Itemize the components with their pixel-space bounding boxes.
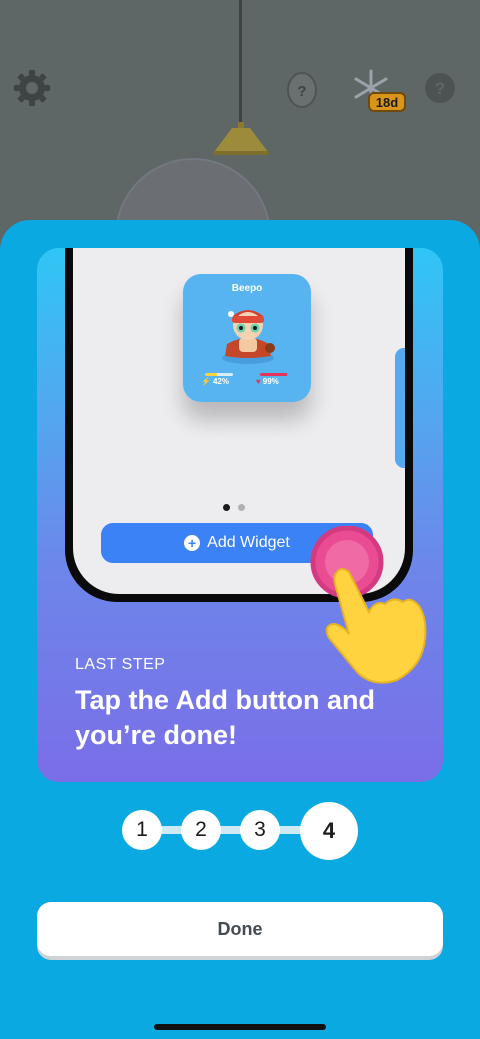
step-indicator: 1 2 3 4 — [122, 802, 358, 860]
add-widget-label: Add Widget — [207, 534, 290, 551]
lightning-icon: ⚡ — [201, 377, 211, 386]
widget-pet-name: Beepo — [231, 283, 263, 294]
page-dot — [238, 504, 245, 511]
pet-widget-preview: Beepo ⚡ 42% ♥ 99% — [183, 274, 311, 402]
egg-icon[interactable]: ? — [286, 68, 318, 108]
next-widget-preview — [395, 348, 405, 468]
health-bar — [260, 373, 288, 376]
home-indicator[interactable] — [154, 1024, 326, 1030]
step-4[interactable]: 4 — [300, 802, 358, 860]
tap-hand-icon — [310, 526, 427, 684]
done-button[interactable]: Done — [37, 902, 443, 956]
lamp-cord — [239, 0, 242, 125]
pet-character-icon — [222, 310, 275, 364]
page-dot — [223, 504, 230, 511]
step-label: LAST STEP — [75, 656, 166, 673]
onboarding-sheet: Beepo ⚡ 42% ♥ 99% + Add Widget LAST STEP… — [0, 220, 480, 1039]
health-stat: ♥ 99% — [256, 377, 279, 386]
health-value: 99% — [262, 377, 279, 386]
lamp-icon — [213, 122, 269, 155]
energy-bar — [205, 373, 233, 376]
svg-text:?: ? — [435, 79, 445, 98]
energy-stat: ⚡ 42% — [201, 377, 229, 386]
step-title: Tap the Add button and you’re done! — [75, 685, 375, 750]
streak-badge: 18d — [368, 92, 406, 112]
step-2[interactable]: 2 — [181, 810, 221, 850]
svg-text:?: ? — [297, 83, 306, 100]
heart-icon: ♥ — [256, 377, 261, 386]
step-3[interactable]: 3 — [240, 810, 280, 850]
page-dots — [223, 504, 245, 511]
tutorial-card: Beepo ⚡ 42% ♥ 99% + Add Widget LAST STEP… — [37, 248, 443, 782]
plus-circle-icon: + — [184, 535, 201, 551]
step-1[interactable]: 1 — [122, 810, 162, 850]
help-icon[interactable]: ? — [424, 72, 456, 104]
gear-icon[interactable] — [12, 68, 52, 108]
energy-value: 42% — [212, 377, 229, 386]
